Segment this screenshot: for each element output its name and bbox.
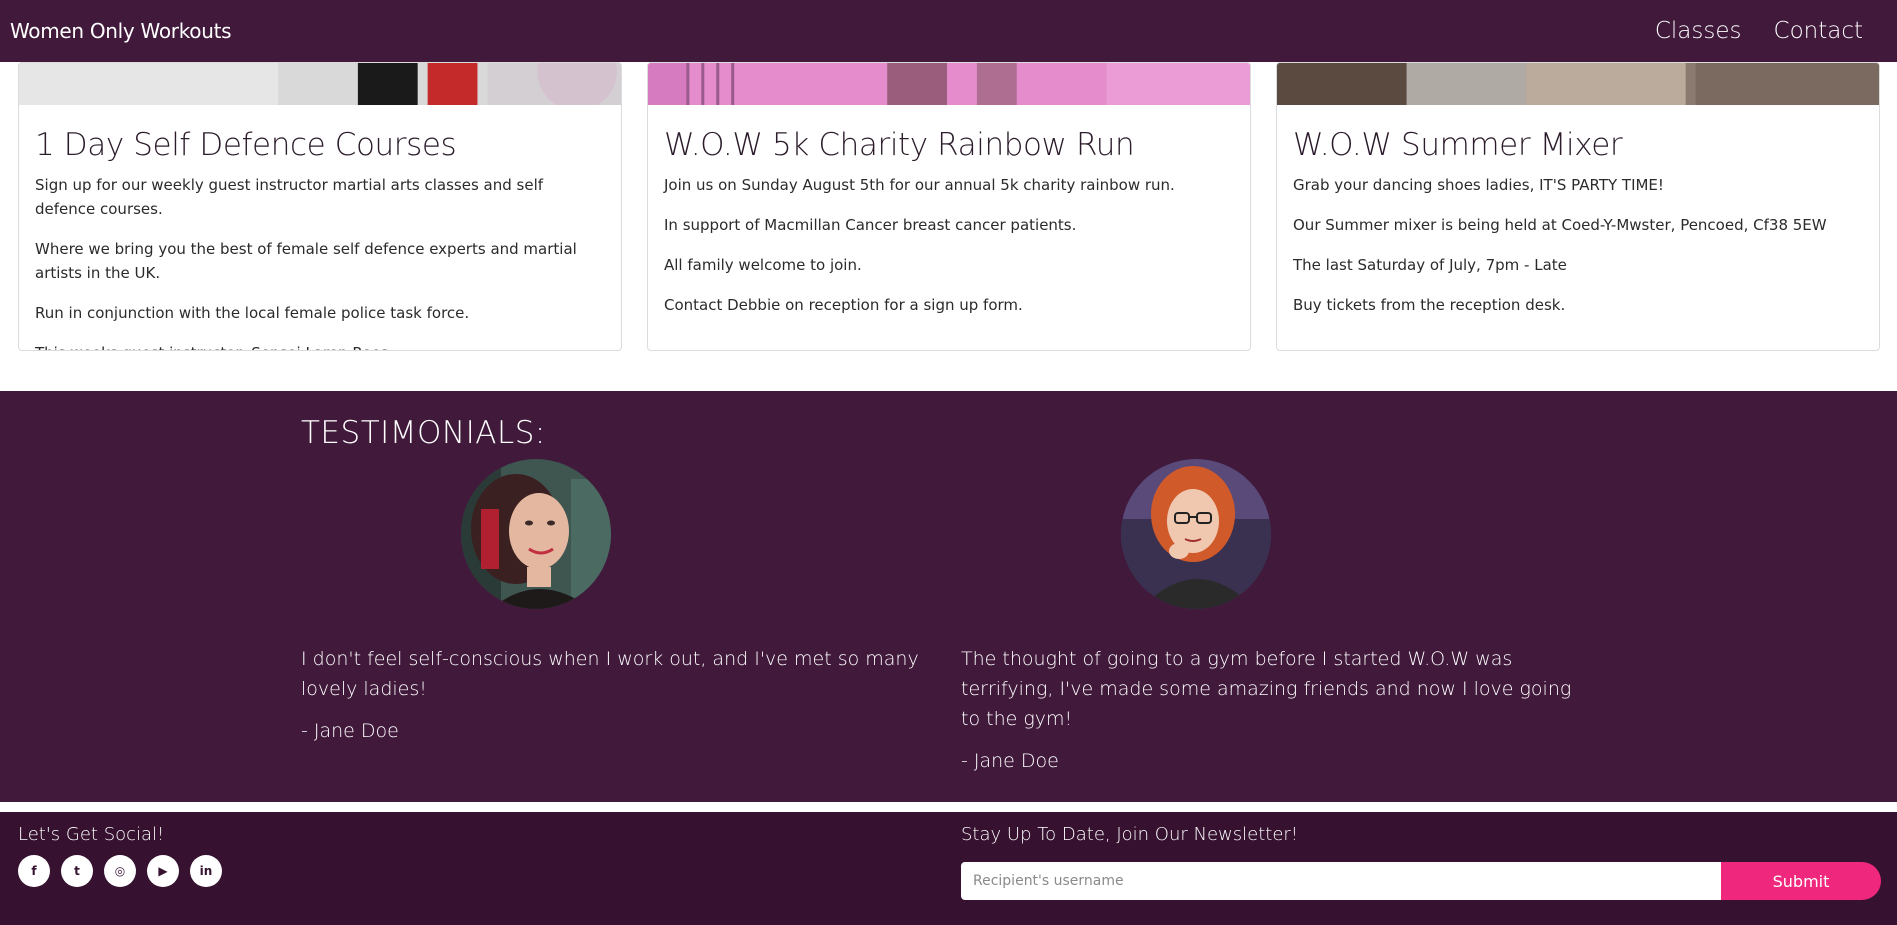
card-text: Grab your dancing shoes ladies, IT'S PAR… <box>1293 176 1664 195</box>
card-text: This weeks guest instructor: Sensei Lare… <box>35 341 605 350</box>
newsletter-heading: Stay Up To Date, Join Our Newsletter! <box>961 824 1299 845</box>
card-text: The last Saturday of July, 7pm - Late <box>1293 256 1567 275</box>
testimonial-quote: I don't feel self-conscious when I work … <box>301 648 919 700</box>
card-text: Where we bring you the best of female se… <box>35 240 577 283</box>
card-title: W.O.W 5k Charity Rainbow Run <box>664 127 1135 163</box>
brand-link[interactable]: Women Only Workouts <box>10 19 232 43</box>
testimonials-section: TESTIMONIALS: I don't feel self-consciou… <box>0 391 1897 802</box>
nav-link-contact[interactable]: Contact <box>1774 18 1863 44</box>
youtube-icon[interactable]: ▶ <box>147 855 179 887</box>
card-text: Our Summer mixer is being held at Coed-Y… <box>1293 216 1827 235</box>
events-section: 1 Day Self Defence Courses Sign up for o… <box>0 62 1897 392</box>
card-title: 1 Day Self Defence Courses <box>35 127 457 163</box>
nav-links: Classes Contact <box>1655 18 1863 44</box>
testimonials-heading: TESTIMONIALS: <box>301 415 546 451</box>
card-text: Run in conjunction with the local female… <box>35 304 470 323</box>
card-text: All family welcome to join. <box>664 256 862 275</box>
navbar: Women Only Workouts Classes Contact <box>0 0 1897 62</box>
card-text: Buy tickets from the reception desk. <box>1293 296 1566 315</box>
linkedin-icon[interactable]: in <box>190 855 222 887</box>
card-text: In support of Macmillan Cancer breast ca… <box>664 216 1077 235</box>
card-text: Sign up for our weekly guest instructor … <box>35 176 544 219</box>
testimonial-quote: The thought of going to a gym before I s… <box>961 648 1572 730</box>
facebook-icon[interactable]: f <box>18 855 50 887</box>
testimonial-item: The thought of going to a gym before I s… <box>961 459 1581 772</box>
testimonial-item: I don't feel self-conscious when I work … <box>301 459 921 742</box>
newsletter-form: Submit <box>961 862 1881 900</box>
card-title: W.O.W Summer Mixer <box>1293 127 1623 163</box>
card-image <box>1277 63 1879 105</box>
newsletter-email-input[interactable] <box>961 862 1721 900</box>
submit-button[interactable]: Submit <box>1721 862 1881 900</box>
avatar <box>461 459 611 609</box>
social-icons: f t ◎ ▶ in <box>18 855 222 887</box>
instagram-icon[interactable]: ◎ <box>104 855 136 887</box>
footer: Let's Get Social! f t ◎ ▶ in Stay Up To … <box>0 812 1897 925</box>
testimonial-author: - Jane Doe <box>301 720 399 742</box>
event-card-summer-mixer: W.O.W Summer Mixer Grab your dancing sho… <box>1276 62 1880 351</box>
testimonial-author: - Jane Doe <box>961 750 1059 772</box>
nav-link-classes[interactable]: Classes <box>1655 18 1742 44</box>
twitter-icon[interactable]: t <box>61 855 93 887</box>
avatar <box>1121 459 1271 609</box>
card-image <box>648 63 1250 105</box>
card-text: Contact Debbie on reception for a sign u… <box>664 296 1023 315</box>
event-card-self-defence: 1 Day Self Defence Courses Sign up for o… <box>18 62 622 351</box>
event-card-rainbow-run: W.O.W 5k Charity Rainbow Run Join us on … <box>647 62 1251 351</box>
social-heading: Let's Get Social! <box>18 824 165 845</box>
card-image <box>19 63 621 111</box>
card-text: Join us on Sunday August 5th for our ann… <box>664 176 1175 195</box>
